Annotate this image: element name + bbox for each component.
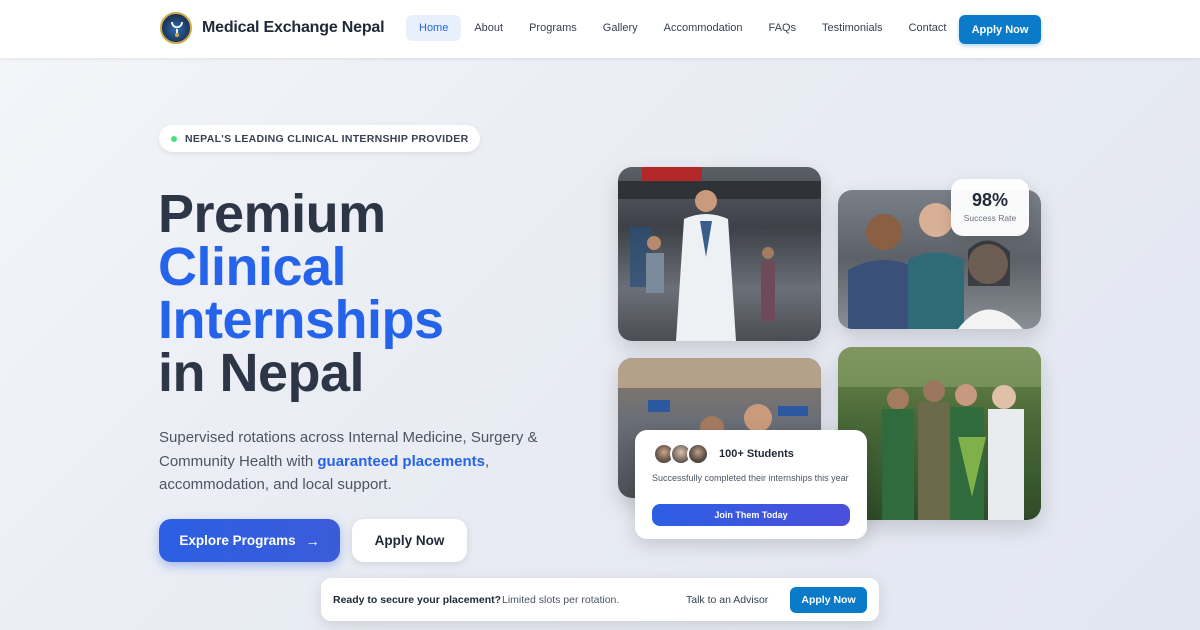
brand-name: Medical Exchange Nepal	[202, 19, 385, 36]
students-description: Successfully completed their internships…	[652, 473, 849, 483]
status-dot-icon	[171, 136, 177, 142]
headline-line-4: in Nepal	[158, 343, 365, 403]
success-rate-card: 98% Success Rate	[951, 179, 1029, 236]
headline-line-1: Premium	[158, 184, 386, 244]
hero-badge-label: NEPAL'S LEADING CLINICAL INTERNSHIP PROV…	[185, 132, 469, 145]
cta-note: Limited slots per rotation.	[502, 594, 620, 606]
nav-item-faqs[interactable]: FAQs	[756, 15, 810, 41]
nav-item-about[interactable]: About	[461, 15, 516, 41]
students-card: 100+ Students Successfully completed the…	[635, 430, 867, 539]
nav-item-accommodation[interactable]: Accommodation	[651, 15, 756, 41]
stethoscope-globe-icon	[160, 12, 192, 44]
student-avatars	[653, 443, 709, 465]
talk-to-advisor-link[interactable]: Talk to an Advisor	[686, 594, 768, 606]
headline-line-2: Clinical	[158, 237, 347, 297]
avatar	[687, 443, 709, 465]
nav-item-gallery[interactable]: Gallery	[590, 15, 651, 41]
success-rate-value: 98%	[971, 190, 1009, 210]
nav-links: Home About Programs Gallery Accommodatio…	[406, 15, 959, 41]
photo-intern-hospital-entrance	[618, 167, 821, 341]
nav-item-testimonials[interactable]: Testimonials	[809, 15, 896, 41]
explore-programs-label: Explore Programs	[179, 533, 296, 548]
brand-logo[interactable]: Medical Exchange Nepal	[160, 12, 385, 44]
join-them-button[interactable]: Join Them Today	[652, 504, 850, 526]
hero-headline: Premium Clinical Internships in Nepal	[158, 187, 444, 403]
cta-apply-button[interactable]: Apply Now	[790, 587, 867, 613]
explore-programs-button[interactable]: Explore Programs →	[159, 519, 340, 562]
photo-interns-rice-field	[838, 347, 1041, 520]
students-count-title: 100+ Students	[719, 448, 794, 460]
cta-question: Ready to secure your placement?	[333, 594, 502, 606]
hero-subtitle: Supervised rotations across Internal Med…	[159, 426, 559, 497]
arrow-right-icon: →	[305, 532, 320, 549]
hero-badge: NEPAL'S LEADING CLINICAL INTERNSHIP PROV…	[159, 125, 481, 152]
nav-item-programs[interactable]: Programs	[516, 15, 590, 41]
headline-line-3: Internships	[158, 290, 444, 350]
top-navbar: Medical Exchange Nepal Home About Progra…	[0, 0, 1200, 58]
nav-item-contact[interactable]: Contact	[896, 15, 960, 41]
success-rate-label: Success Rate	[963, 213, 1017, 223]
sticky-cta-bar: Ready to secure your placement? Limited …	[321, 578, 879, 621]
nav-apply-button[interactable]: Apply Now	[959, 15, 1041, 44]
hero-apply-button[interactable]: Apply Now	[352, 519, 467, 562]
hero-subtitle-highlight: guaranteed placements	[317, 452, 485, 470]
nav-item-home[interactable]: Home	[406, 15, 462, 41]
